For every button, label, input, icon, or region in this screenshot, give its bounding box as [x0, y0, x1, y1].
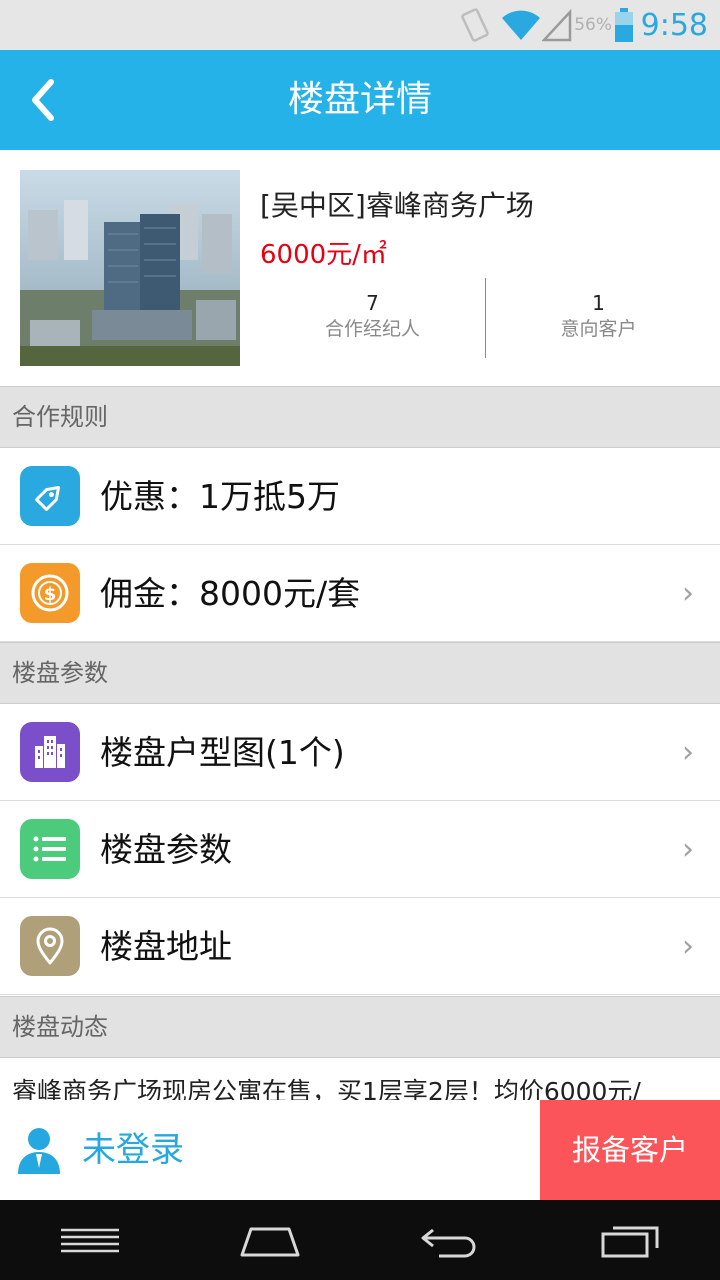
params-row[interactable]: 楼盘参数 ›: [0, 801, 720, 898]
chevron-right-icon: ›: [682, 576, 694, 611]
floorplan-row[interactable]: 楼盘户型图(1个) ›: [0, 704, 720, 801]
svg-text:$: $: [44, 584, 57, 605]
row-label: 楼盘户型图(1个): [100, 733, 345, 772]
page-title: 楼盘详情: [287, 79, 432, 120]
section-title: 楼盘参数: [12, 659, 108, 687]
auto-rotate-icon: [458, 0, 492, 50]
row-label: 楼盘参数: [100, 830, 232, 869]
title-bar: 楼盘详情: [0, 50, 720, 150]
row-label: 楼盘地址: [100, 927, 232, 966]
row-label: 佣金：8000元/套: [100, 574, 361, 613]
stat-customers[interactable]: 1 意向客户: [486, 290, 711, 342]
section-header-params: 楼盘参数: [0, 642, 720, 704]
wifi-icon: [500, 0, 542, 50]
section-header-news: 楼盘动态: [0, 996, 720, 1058]
report-customer-button[interactable]: 报备客户: [540, 1100, 720, 1200]
chevron-right-icon: ›: [682, 735, 694, 770]
project-name: [吴中区]睿峰商务广场: [260, 189, 534, 222]
section-header-rules: 合作规则: [0, 386, 720, 448]
address-row[interactable]: 楼盘地址 ›: [0, 898, 720, 995]
system-nav-bar: [0, 1200, 720, 1280]
login-status[interactable]: 未登录: [82, 1100, 184, 1200]
back-nav-icon[interactable]: [410, 1216, 490, 1266]
status-bar: 56% 9:58: [0, 0, 720, 50]
location-pin-icon: [20, 916, 80, 976]
bottom-action-bar: 未登录 报备客户: [0, 1100, 720, 1200]
tag-icon: [20, 466, 80, 526]
row-label: 优惠：1万抵5万: [100, 477, 340, 516]
recent-apps-icon[interactable]: [590, 1216, 670, 1266]
signal-icon: [542, 0, 572, 50]
chevron-right-icon: ›: [682, 929, 694, 964]
rule-discount-row[interactable]: 优惠：1万抵5万: [0, 448, 720, 545]
section-title: 合作规则: [12, 403, 108, 431]
menu-icon[interactable]: [50, 1216, 130, 1266]
project-photo[interactable]: [20, 170, 240, 366]
user-icon[interactable]: [14, 1124, 68, 1178]
chevron-right-icon: ›: [682, 832, 694, 867]
rule-commission-row[interactable]: $ 佣金：8000元/套 ›: [0, 545, 720, 642]
dollar-coin-icon: $: [20, 563, 80, 623]
section-title: 楼盘动态: [12, 1013, 108, 1041]
project-summary: [吴中区]睿峰商务广场 6000元/㎡ 7 合作经纪人 1 意向客户: [0, 150, 720, 386]
home-icon[interactable]: [230, 1216, 310, 1266]
stat-label: 意向客户: [560, 318, 637, 340]
list-icon: [20, 819, 80, 879]
project-price: 6000元/㎡: [260, 240, 387, 270]
stat-value: 1: [592, 291, 605, 315]
stat-agents[interactable]: 7 合作经纪人: [260, 290, 485, 342]
building-icon: [20, 722, 80, 782]
battery-icon: [614, 0, 634, 50]
stat-label: 合作经纪人: [324, 318, 420, 340]
battery-percent: 56%: [574, 15, 612, 35]
stat-value: 7: [366, 291, 379, 315]
clock: 9:58: [640, 7, 708, 43]
